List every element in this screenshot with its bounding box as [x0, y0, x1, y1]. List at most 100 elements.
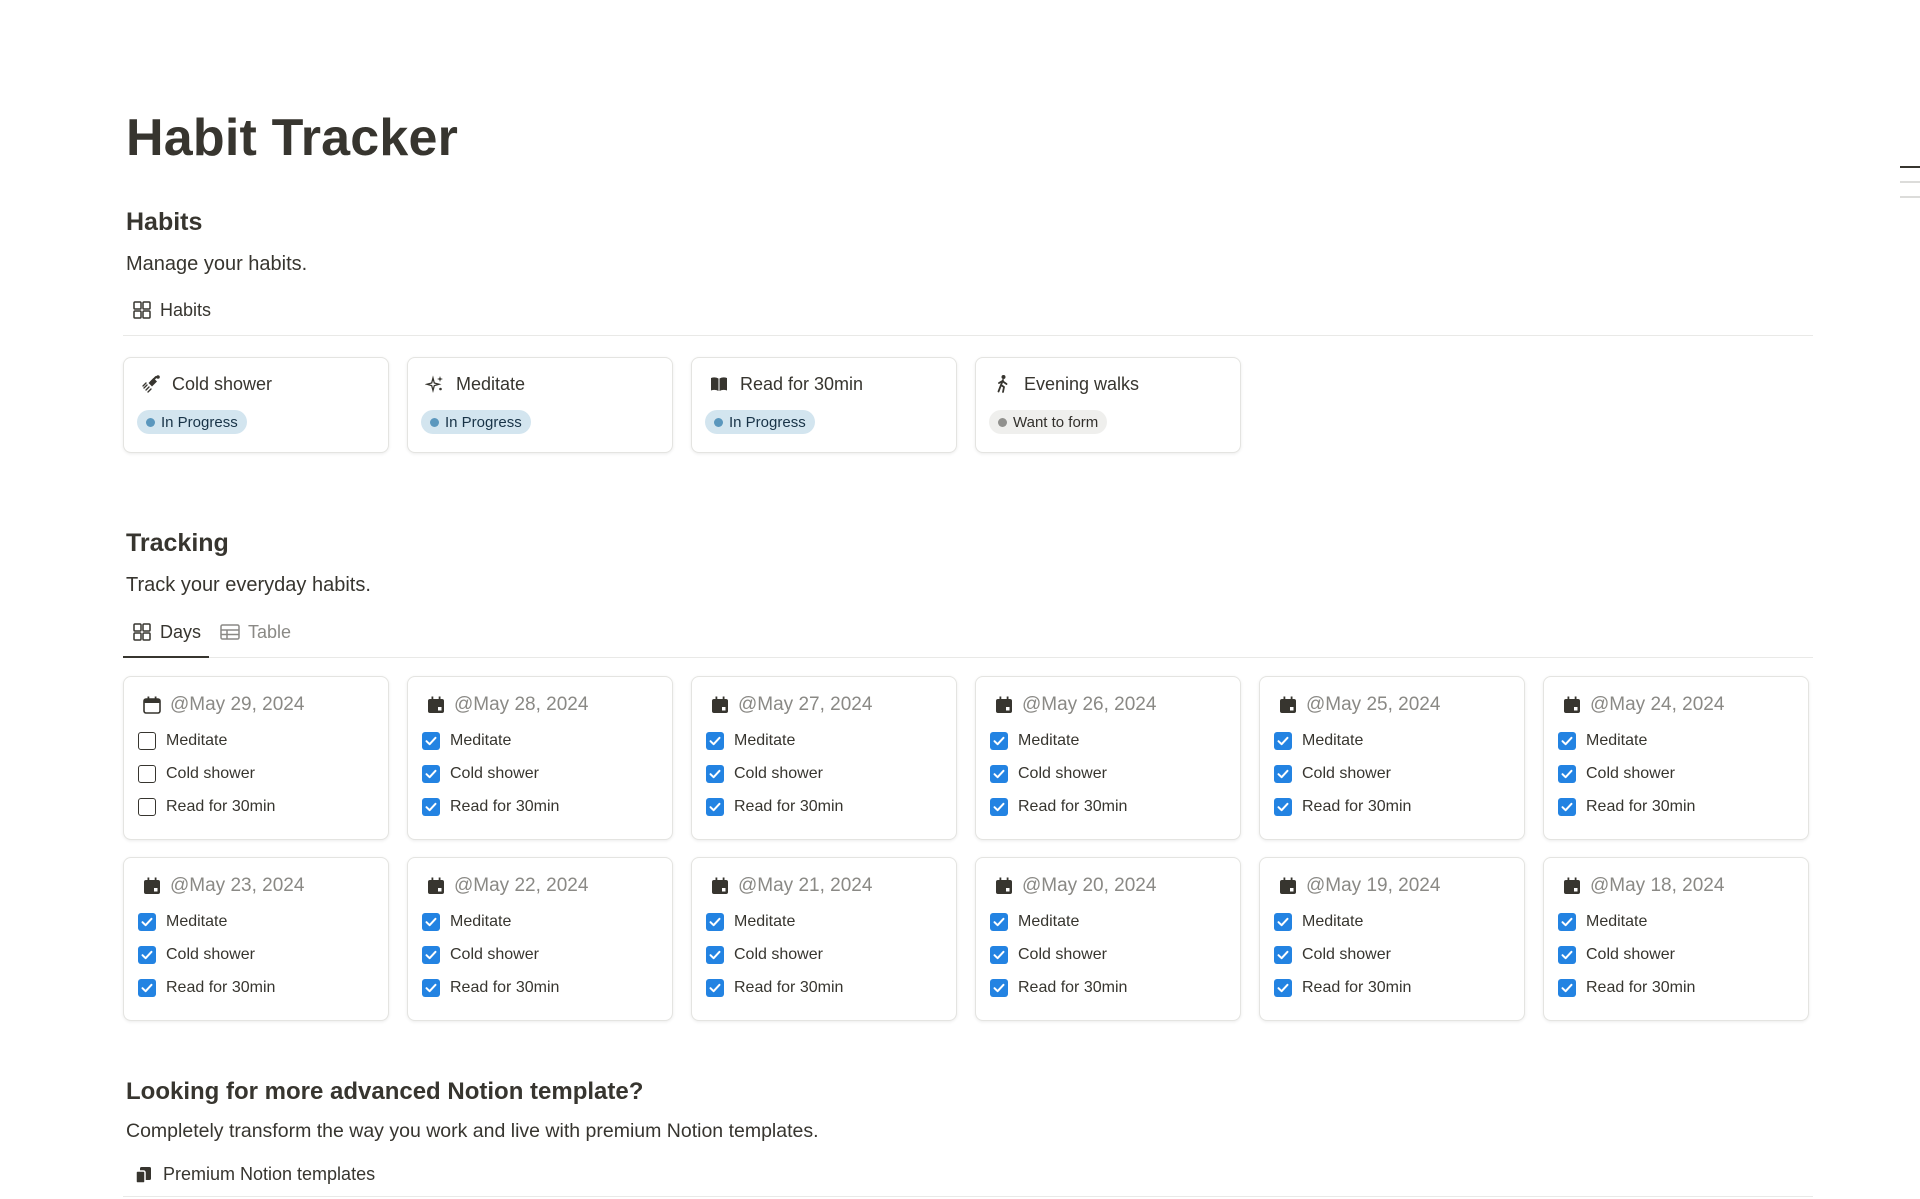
checkbox[interactable]: [706, 798, 724, 816]
checkbox[interactable]: [1558, 765, 1576, 783]
toc-line-current[interactable]: [1900, 166, 1920, 168]
checkbox[interactable]: [138, 765, 156, 783]
day-card[interactable]: @May 27, 2024 Meditate Cold shower Read for…: [691, 676, 957, 840]
day-card[interactable]: @May 19, 2024 Meditate Cold shower Read for…: [1259, 857, 1525, 1021]
status-dot: [430, 417, 439, 427]
day-card-title: @May 20, 2024: [994, 875, 1156, 897]
walking-icon: [992, 373, 1014, 395]
day-card-title: @May 25, 2024: [1278, 694, 1440, 716]
day-card-title: @May 22, 2024: [426, 875, 588, 897]
habit-card[interactable]: Read for 30min In Progress: [691, 357, 957, 453]
checkbox[interactable]: [1558, 798, 1576, 816]
tab-habits[interactable]: Habits: [123, 291, 219, 335]
checkbox[interactable]: [422, 946, 440, 964]
day-date: @May 19, 2024: [1306, 875, 1441, 896]
checkbox[interactable]: [990, 732, 1008, 750]
day-date: @May 22, 2024: [454, 875, 589, 896]
toc-line[interactable]: [1900, 196, 1920, 198]
habit-checkbox-row: Meditate: [1558, 732, 1647, 750]
habit-card[interactable]: Cold shower In Progress: [123, 357, 389, 453]
habit-name: Read for 30min: [740, 373, 864, 394]
table-of-contents-minimap[interactable]: [1900, 166, 1920, 211]
checkbox[interactable]: [990, 913, 1008, 931]
day-date: @May 28, 2024: [454, 694, 589, 715]
day-card-title: @May 26, 2024: [994, 694, 1156, 716]
tracking-view-tabbar: Days Table: [123, 614, 1813, 658]
day-card[interactable]: @May 26, 2024 Meditate Cold shower Read for…: [975, 676, 1241, 840]
tab-days[interactable]: Days: [123, 613, 210, 658]
habit-checkbox-row: Read for 30min: [422, 798, 559, 816]
habit-checkbox-row: Read for 30min: [138, 979, 275, 997]
status-badge: In Progress: [705, 410, 815, 434]
day-card[interactable]: @May 25, 2024 Meditate Cold shower Read for…: [1259, 676, 1525, 840]
habit-checkbox-row: Cold shower: [706, 765, 823, 783]
day-card[interactable]: @May 21, 2024 Meditate Cold shower Read for…: [691, 857, 957, 1021]
habit-checkbox-row: Read for 30min: [138, 798, 275, 816]
habit-checkbox-label: Meditate: [1586, 732, 1648, 749]
checkbox[interactable]: [990, 765, 1008, 783]
habits-view-tabbar: Habits: [123, 292, 1813, 336]
day-card[interactable]: @May 28, 2024 Meditate Cold shower Read for…: [407, 676, 673, 840]
day-card[interactable]: @May 18, 2024 Meditate Cold shower Read for…: [1543, 857, 1809, 1021]
premium-templates-link[interactable]: Premium Notion templates: [133, 1164, 375, 1185]
checkbox[interactable]: [422, 765, 440, 783]
checkbox[interactable]: [706, 979, 724, 997]
habit-checkbox-row: Read for 30min: [1274, 798, 1411, 816]
habit-checkbox-label: Cold shower: [166, 946, 255, 963]
checkbox[interactable]: [422, 798, 440, 816]
checkbox[interactable]: [990, 946, 1008, 964]
calendar-icon: [710, 876, 730, 896]
checkbox[interactable]: [706, 732, 724, 750]
checkbox[interactable]: [1558, 913, 1576, 931]
calendar-icon: [994, 695, 1014, 715]
habit-card[interactable]: Evening walks Want to form: [975, 357, 1241, 453]
tab-table-label: Table: [248, 621, 292, 642]
checkbox[interactable]: [422, 979, 440, 997]
habit-checkbox-label: Read for 30min: [734, 979, 844, 996]
habit-checkbox-row: Read for 30min: [422, 979, 559, 997]
toc-line[interactable]: [1900, 181, 1920, 183]
habit-checkbox-label: Meditate: [166, 913, 228, 930]
day-card[interactable]: @May 29, 2024 Meditate Cold shower Read for…: [123, 676, 389, 840]
day-card[interactable]: @May 23, 2024 Meditate Cold shower Read for…: [123, 857, 389, 1021]
habit-checkbox-label: Meditate: [1302, 732, 1364, 749]
habit-checkbox-label: Cold shower: [450, 946, 539, 963]
checkbox[interactable]: [138, 732, 156, 750]
tracking-description: Track your everyday habits.: [126, 574, 371, 596]
book-icon: [708, 373, 730, 395]
habit-checkbox-label: Read for 30min: [1302, 979, 1412, 996]
habit-checkbox-row: Meditate: [1274, 913, 1363, 931]
checkbox[interactable]: [706, 913, 724, 931]
day-card[interactable]: @May 20, 2024 Meditate Cold shower Read for…: [975, 857, 1241, 1021]
checkbox[interactable]: [1558, 979, 1576, 997]
tab-habits-label: Habits: [160, 299, 212, 320]
habit-checkbox-row: Read for 30min: [1274, 979, 1411, 997]
checkbox[interactable]: [138, 946, 156, 964]
checkbox[interactable]: [1558, 946, 1576, 964]
checkbox[interactable]: [1274, 913, 1292, 931]
day-card[interactable]: @May 24, 2024 Meditate Cold shower Read for…: [1543, 676, 1809, 840]
checkbox[interactable]: [1274, 798, 1292, 816]
checkbox[interactable]: [1274, 765, 1292, 783]
checkbox[interactable]: [1274, 946, 1292, 964]
promo-description: Completely transform the way you work an…: [126, 1120, 819, 1142]
checkbox[interactable]: [706, 946, 724, 964]
habit-checkbox-label: Cold shower: [1018, 765, 1107, 782]
day-card[interactable]: @May 22, 2024 Meditate Cold shower Read for…: [407, 857, 673, 1021]
habit-checkbox-label: Cold shower: [1302, 946, 1391, 963]
checkbox[interactable]: [1274, 979, 1292, 997]
checkbox[interactable]: [422, 913, 440, 931]
checkbox[interactable]: [1274, 732, 1292, 750]
checkbox[interactable]: [990, 979, 1008, 997]
habit-checkbox-row: Meditate: [990, 732, 1079, 750]
checkbox[interactable]: [422, 732, 440, 750]
tab-table[interactable]: Table: [211, 613, 299, 657]
checkbox[interactable]: [138, 798, 156, 816]
checkbox[interactable]: [138, 979, 156, 997]
habit-card[interactable]: Meditate In Progress: [407, 357, 673, 453]
habit-checkbox-row: Meditate: [706, 913, 795, 931]
checkbox[interactable]: [990, 798, 1008, 816]
checkbox[interactable]: [706, 765, 724, 783]
checkbox[interactable]: [138, 913, 156, 931]
checkbox[interactable]: [1558, 732, 1576, 750]
